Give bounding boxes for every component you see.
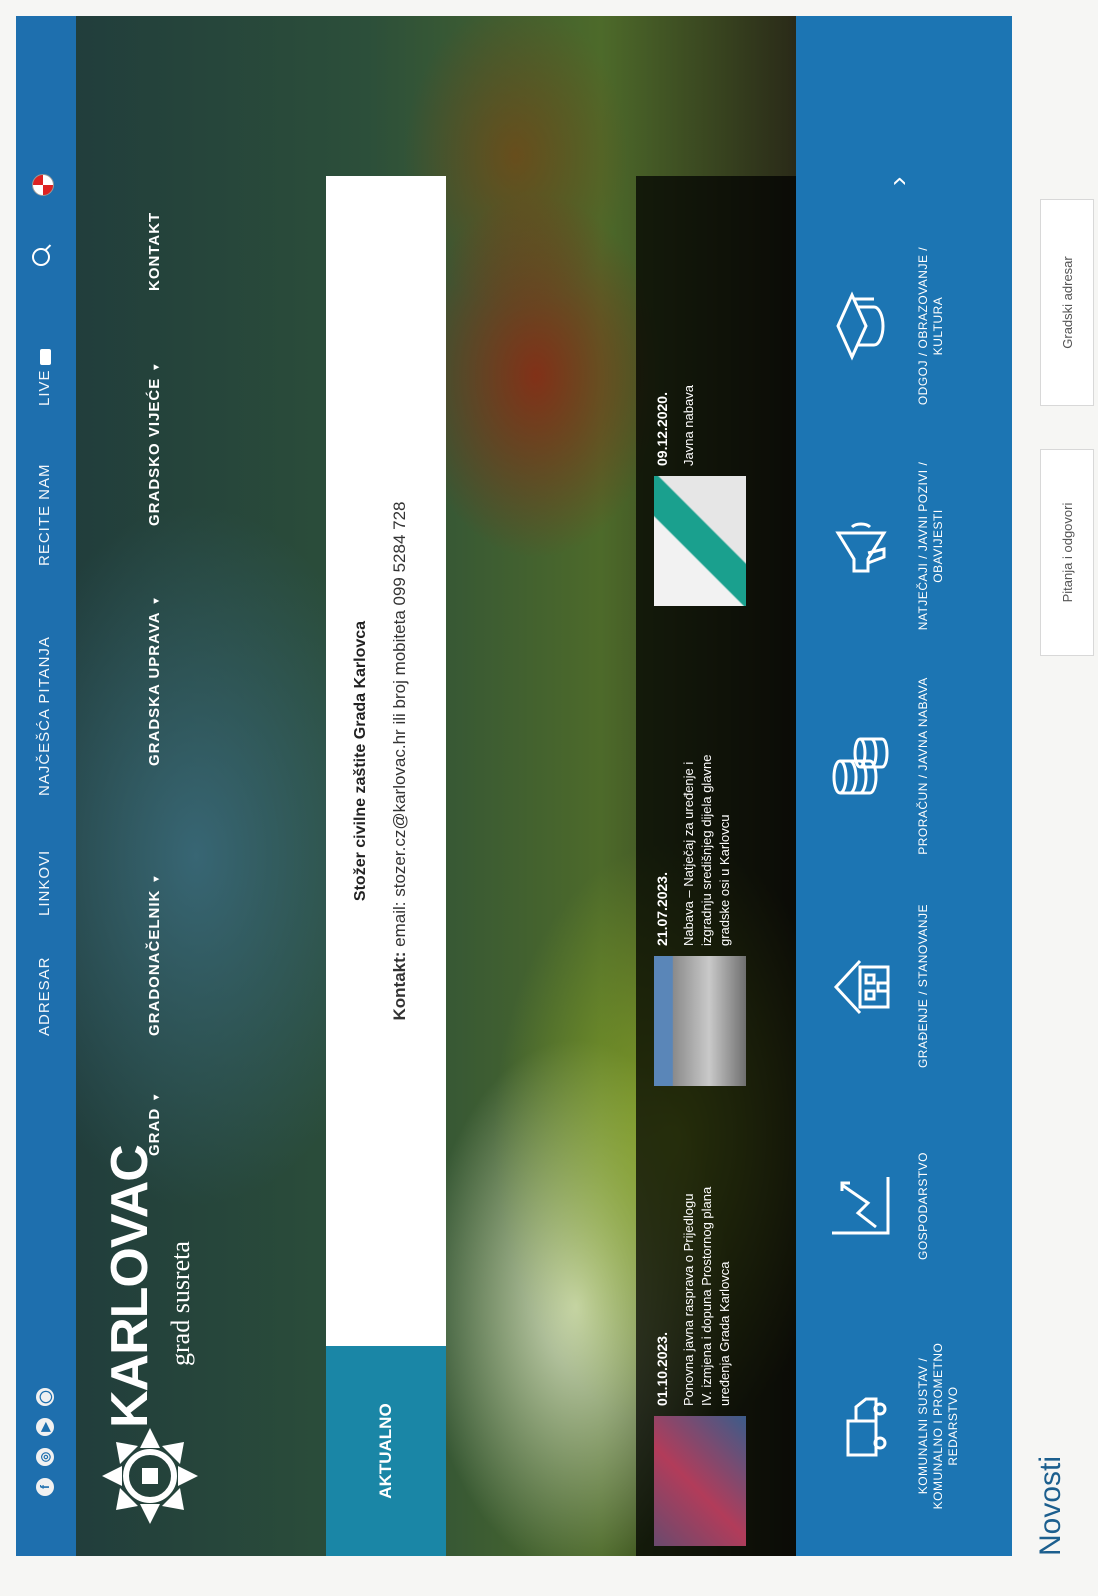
link-live[interactable]: LIVE <box>36 349 53 406</box>
notice-title: Stožer civilne zaštite Grada Karlovca <box>352 620 369 902</box>
category-gradenje-stanovanje[interactable]: GRAĐENJE / STANOVANJE <box>796 876 1012 1096</box>
category-proracun-javna-nabava[interactable]: PRORAČUN / JAVNA NABAVA <box>796 656 1012 876</box>
live-label: LIVE <box>36 369 53 406</box>
nav-gradska-uprava-label: GRADSKA UPRAVA <box>146 611 163 766</box>
language-flag-icon[interactable] <box>32 174 54 196</box>
notice-box: Stožer civilne zaštite Grada Karlovca Ko… <box>326 176 446 1346</box>
category-label: GRAĐENJE / STANOVANJE <box>916 903 930 1069</box>
news-date: 09.12.2020. <box>654 392 670 466</box>
hero-banner: f ◎ ▶ ◯ ADRESAR LINKOVI NAJČEŠĆA PITANJA… <box>16 16 796 1556</box>
chevron-down-icon: ▾ <box>151 875 162 882</box>
nav-grad[interactable]: GRAD ▾ <box>146 1094 163 1156</box>
chart-icon <box>832 1177 890 1235</box>
building-icon <box>833 959 890 1015</box>
news-thumbnail[interactable] <box>654 476 746 606</box>
news-text[interactable]: Javna nabava <box>680 236 698 466</box>
search-icon[interactable] <box>32 248 50 266</box>
category-label: GOSPODARSTVO <box>916 1151 930 1261</box>
city-directory-button[interactable]: Gradski adresar <box>1040 199 1094 406</box>
category-bar: KOMUNALNI SUSTAV / KOMUNALNO I PROMETNO … <box>796 16 1012 1556</box>
nav-kontakt[interactable]: KONTAKT <box>146 212 163 291</box>
category-komunalni-sustav[interactable]: KOMUNALNI SUSTAV / KOMUNALNO I PROMETNO … <box>796 1316 1012 1536</box>
category-gospodarstvo[interactable]: GOSPODARSTVO <box>796 1096 1012 1316</box>
aktualno-tab[interactable]: AKTUALNO <box>326 1346 446 1556</box>
link-linkovi[interactable]: LINKOVI <box>36 850 53 916</box>
notice-body: Kontakt: email: stozer.cz@karlovac.hr il… <box>390 176 410 1346</box>
chevron-down-icon: ▾ <box>151 363 162 370</box>
qa-button[interactable]: Pitanja i odgovori <box>1040 449 1094 656</box>
link-najcesca-pitanja[interactable]: NAJČEŠĆA PITANJA <box>36 636 53 796</box>
brand-name[interactable]: KARLOVAC <box>100 1145 160 1428</box>
karlovac-star-logo-icon[interactable] <box>100 1426 200 1526</box>
link-recite-nam[interactable]: RECITE NAM <box>36 463 53 566</box>
coins-icon <box>832 737 889 795</box>
chevron-right-icon[interactable]: › <box>882 177 914 186</box>
youtube-icon[interactable]: ▶ <box>36 1418 54 1436</box>
nav-gradska-uprava[interactable]: GRADSKA UPRAVA ▾ <box>146 597 163 766</box>
category-label: PRORAČUN / JAVNA NABAVA <box>916 677 930 855</box>
news-thumbnail[interactable] <box>654 956 746 1086</box>
notice-body-text: email: stozer.cz@karlovac.hr ili broj mo… <box>390 501 409 952</box>
news-text[interactable]: Nabava – Natječaj za uređenje i izgradnj… <box>680 716 734 946</box>
category-odgoj-obrazovanje[interactable]: ODGOJ / OBRAZOVANJE / KULTURA <box>796 216 1012 436</box>
homepage: f ◎ ▶ ◯ ADRESAR LINKOVI NAJČEŠĆA PITANJA… <box>0 0 1098 1596</box>
chevron-down-icon: ▾ <box>151 1093 162 1100</box>
top-bar: f ◎ ▶ ◯ ADRESAR LINKOVI NAJČEŠĆA PITANJA… <box>16 16 76 1556</box>
news-strip: 01.10.2023. Ponovna javna rasprava o Pri… <box>636 176 796 1556</box>
facebook-icon[interactable]: f <box>36 1478 54 1496</box>
nav-gradonacelnik[interactable]: GRADONAČELNIK ▾ <box>146 876 163 1036</box>
news-item[interactable]: 21.07.2023. Nabava – Natječaj za uređenj… <box>636 636 796 1096</box>
news-item[interactable]: 09.12.2020. Javna nabava <box>636 176 796 616</box>
nav-grad-label: GRAD <box>146 1107 163 1156</box>
megaphone-icon <box>835 522 887 573</box>
category-label: KOMUNALNI SUSTAV / KOMUNALNO I PROMETNO … <box>916 1342 960 1510</box>
news-item[interactable]: 01.10.2023. Ponovna javna rasprava o Pri… <box>636 1156 796 1556</box>
news-text[interactable]: Ponovna javna rasprava o Prijedlogu IV. … <box>680 1176 734 1406</box>
instagram-icon[interactable]: ◎ <box>36 1448 54 1466</box>
notice-body-label: Kontakt: <box>390 951 409 1021</box>
graduation-cap-icon <box>836 291 885 361</box>
nav-gradsko-vijece-label: GRADSKO VIJEĆE <box>146 377 163 526</box>
link-adresar[interactable]: ADRESAR <box>36 956 53 1036</box>
news-date: 21.07.2023. <box>654 872 670 946</box>
category-natjecaji[interactable]: NATJEČAJI / JAVNI POZIVI / OBAVIJESTI <box>796 436 1012 656</box>
category-label: ODGOJ / OBRAZOVANJE / KULTURA <box>916 246 945 406</box>
section-title-novosti: Novosti <box>1034 1455 1067 1556</box>
chevron-down-icon: ▾ <box>151 597 162 604</box>
news-thumbnail[interactable] <box>654 1416 746 1546</box>
truck-icon <box>846 1397 887 1457</box>
news-date: 01.10.2023. <box>654 1332 670 1406</box>
viber-icon[interactable]: ◯ <box>36 1388 54 1406</box>
nav-gradonacelnik-label: GRADONAČELNIK <box>146 889 163 1036</box>
nav-gradsko-vijece[interactable]: GRADSKO VIJEĆE ▾ <box>146 364 163 526</box>
brand-tagline: grad susreta <box>166 1241 195 1366</box>
category-label: NATJEČAJI / JAVNI POZIVI / OBAVIJESTI <box>916 461 945 631</box>
video-camera-icon <box>39 349 51 366</box>
